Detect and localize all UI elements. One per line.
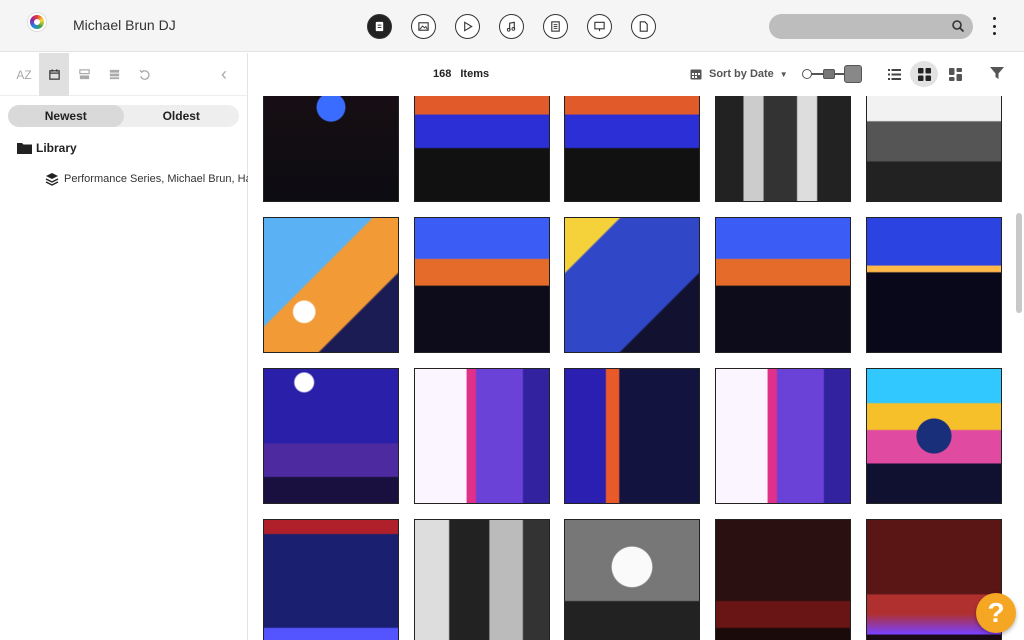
scrollbar[interactable] (1016, 213, 1022, 313)
library-item[interactable]: Library (17, 141, 77, 155)
sidebar-toolbar: AZ ‹ (0, 53, 247, 96)
sort-by-label: Sort by Date (709, 68, 774, 80)
main-content: 168 Items Sort by Date ▼ ? (249, 53, 1024, 640)
list-view-icon[interactable] (880, 61, 908, 87)
sort-order-toggle: Newest Oldest (8, 105, 239, 127)
slider-handle[interactable] (844, 65, 862, 83)
app-logo[interactable] (28, 13, 46, 31)
presentation-icon[interactable] (587, 14, 612, 39)
sort-az-button[interactable]: AZ (9, 53, 39, 96)
thumbnail[interactable] (715, 368, 851, 504)
collection-item[interactable]: Performance Series, Michael Brun, Ha (45, 172, 248, 186)
calendar-icon[interactable] (39, 53, 69, 96)
thumbnail[interactable] (715, 217, 851, 353)
item-count-label: Items (460, 68, 490, 80)
sidebar: AZ ‹ Newest Oldest Library Performance S… (0, 53, 248, 640)
thumbnail[interactable] (414, 368, 550, 504)
thumbnail[interactable] (564, 519, 700, 640)
sort-by-dropdown[interactable]: Sort by Date ▼ (689, 67, 788, 81)
thumbnail[interactable] (414, 217, 550, 353)
library-label: Library (36, 141, 77, 155)
thumbnail[interactable] (414, 519, 550, 640)
chevron-down-icon: ▼ (779, 69, 788, 79)
stack-icon[interactable] (99, 53, 129, 96)
filter-icon[interactable] (989, 65, 1005, 81)
audio-icon[interactable] (499, 14, 524, 39)
layers-icon[interactable] (69, 53, 99, 96)
item-count: 168 Items (433, 68, 489, 80)
thumbnail[interactable] (564, 217, 700, 353)
file-icon[interactable] (631, 14, 656, 39)
collection-label: Performance Series, Michael Brun, Ha (64, 173, 248, 185)
search-input[interactable] (769, 14, 973, 39)
calendar-icon (690, 69, 702, 80)
item-count-value: 168 (433, 68, 452, 80)
media-type-filter (367, 14, 656, 39)
thumbnail[interactable] (866, 368, 1002, 504)
collapse-sidebar-icon[interactable]: ‹ (214, 53, 234, 96)
content-toolbar: 168 Items Sort by Date ▼ (249, 53, 1024, 96)
thumbnail[interactable] (263, 519, 399, 640)
app-title: Michael Brun DJ (73, 17, 176, 33)
document-icon[interactable] (543, 14, 568, 39)
video-icon[interactable] (455, 14, 480, 39)
folder-icon (17, 143, 32, 154)
thumbnail[interactable] (715, 519, 851, 640)
search-icon[interactable] (951, 19, 965, 33)
thumbnail[interactable] (866, 217, 1002, 353)
sort-newest-button[interactable]: Newest (8, 105, 124, 127)
top-bar: Michael Brun DJ (0, 0, 1024, 52)
thumbnail-size-slider[interactable] (802, 64, 864, 84)
grid-view-icon[interactable] (910, 61, 938, 87)
more-menu-icon[interactable] (990, 17, 998, 35)
undo-icon[interactable] (129, 53, 159, 96)
image-icon[interactable] (411, 14, 436, 39)
all-files-icon[interactable] (367, 14, 392, 39)
help-button[interactable]: ? (976, 593, 1016, 633)
thumbnail[interactable] (263, 368, 399, 504)
masonry-view-icon[interactable] (941, 61, 969, 87)
thumbnail[interactable] (564, 368, 700, 504)
layers-stack-icon (45, 173, 59, 186)
thumbnail[interactable] (263, 217, 399, 353)
sort-oldest-button[interactable]: Oldest (124, 105, 240, 127)
